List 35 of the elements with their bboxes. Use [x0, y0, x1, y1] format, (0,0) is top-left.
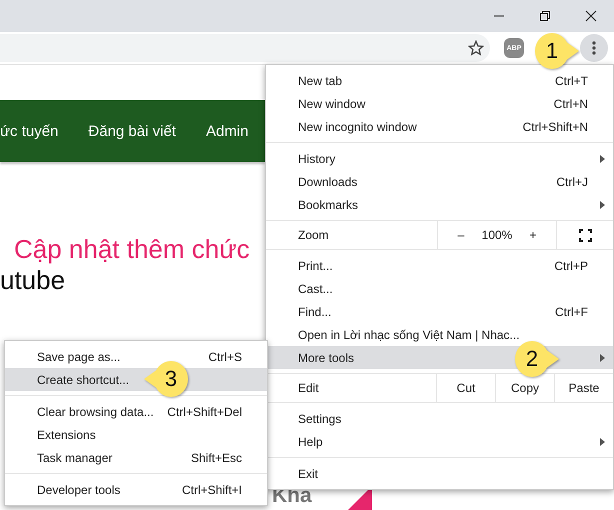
- zoom-out-button[interactable]: –: [443, 228, 479, 242]
- menu-item[interactable]: Bookmarks: [266, 193, 613, 216]
- article-subheading: utube: [0, 265, 66, 296]
- close-icon: [585, 10, 597, 22]
- zoom-label: Zoom: [297, 227, 330, 244]
- menu-item[interactable]: Help: [266, 430, 613, 453]
- zoom-in-button[interactable]: +: [515, 228, 551, 242]
- menu-item[interactable]: History: [266, 147, 613, 170]
- menu-item[interactable]: Exit: [266, 462, 613, 485]
- nav-link[interactable]: Đăng bài viết: [88, 122, 176, 140]
- more-icon: [592, 41, 596, 55]
- fullscreen-icon[interactable]: [578, 228, 592, 242]
- menu-item[interactable]: Cast...: [266, 277, 613, 300]
- menu-item[interactable]: Downloads Ctrl+J: [266, 170, 613, 193]
- nav-link[interactable]: Admin: [206, 122, 248, 140]
- article-heading: Cập nhật thêm chức: [14, 234, 250, 265]
- edit-action-button[interactable]: Copy: [510, 381, 539, 395]
- menu-button[interactable]: [580, 34, 608, 62]
- menu-item[interactable]: Clear browsing data... Ctrl+Shift+Del: [5, 400, 267, 423]
- edit-action-button[interactable]: Cut: [456, 381, 476, 395]
- menu-item[interactable]: New tab Ctrl+T: [266, 69, 613, 92]
- edit-label: Edit: [297, 380, 320, 397]
- edit-action-button[interactable]: Paste: [568, 381, 600, 395]
- menu-item[interactable]: Print... Ctrl+P: [266, 254, 613, 277]
- menu-item[interactable]: Task manager Shift+Esc: [5, 446, 267, 469]
- restore-icon: [539, 10, 551, 22]
- menu-item[interactable]: Settings: [266, 407, 613, 430]
- menu-item[interactable]: Developer tools Ctrl+Shift+I: [5, 478, 267, 501]
- menu-item[interactable]: New window Ctrl+N: [266, 92, 613, 115]
- menu-item[interactable]: Find... Ctrl+F: [266, 300, 613, 323]
- zoom-level: 100%: [480, 228, 514, 242]
- menu-item[interactable]: Extensions: [5, 423, 267, 446]
- nav-link[interactable]: ức tuyến: [0, 122, 58, 140]
- star-icon[interactable]: [468, 40, 484, 56]
- menu-item[interactable]: New incognito window Ctrl+Shift+N: [266, 115, 613, 138]
